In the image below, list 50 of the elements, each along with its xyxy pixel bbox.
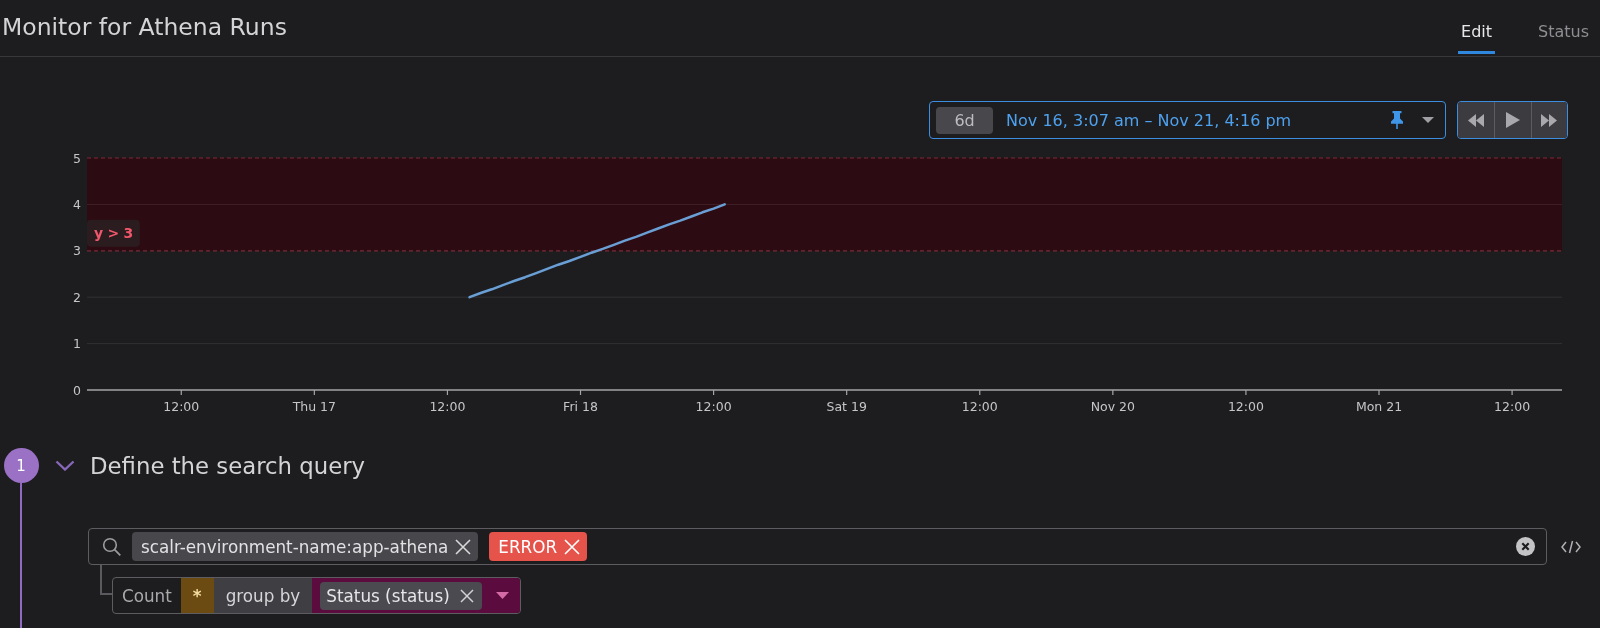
- y-axis-label: 1: [73, 336, 81, 352]
- y-axis-label: 3: [73, 243, 81, 259]
- step-number: 1: [3, 448, 39, 483]
- page-title: Monitor for Athena Runs: [2, 13, 287, 41]
- duration-tag: 6d: [936, 106, 994, 134]
- close-icon[interactable]: [455, 538, 472, 555]
- code-icon[interactable]: [1561, 539, 1581, 554]
- x-axis-label: 12:00: [695, 398, 732, 414]
- clear-icon[interactable]: [1516, 537, 1535, 556]
- time-range-picker[interactable]: 6d Nov 16, 3:07 am – Nov 21, 4:16 pm: [929, 101, 1447, 139]
- x-axis-label: Sat 19: [826, 398, 867, 414]
- x-axis-label: 12:00: [961, 398, 998, 414]
- close-icon[interactable]: [459, 588, 474, 603]
- x-axis-label: 12:00: [163, 398, 200, 414]
- pin-icon[interactable]: [1390, 111, 1405, 129]
- fast-forward-icon: [1541, 113, 1558, 127]
- x-axis-label: Nov 20: [1090, 398, 1135, 414]
- group-by-label: group by: [213, 578, 313, 613]
- search-icon: [102, 537, 121, 556]
- rewind-icon: [1468, 113, 1485, 127]
- y-axis-label: 0: [73, 382, 81, 398]
- tab[interactable]: Status: [1535, 0, 1592, 54]
- caret-icon[interactable]: [495, 592, 509, 599]
- threshold-label: y > 3: [87, 219, 140, 247]
- y-axis-label: 5: [73, 150, 81, 166]
- x-axis-label: 12:00: [429, 398, 466, 414]
- aggregation-label: Count: [121, 584, 173, 608]
- y-axis-label: 4: [73, 196, 81, 212]
- play-button[interactable]: [1494, 102, 1531, 138]
- x-axis-label: Mon 21: [1355, 398, 1403, 414]
- section-title: Define the search query: [90, 451, 366, 481]
- x-axis-label: Fri 18: [563, 398, 598, 414]
- group-by-field[interactable]: Status (status): [312, 578, 520, 613]
- search-field[interactable]: scalr-environment-name:app-athena ERROR: [88, 528, 1547, 565]
- group-tag[interactable]: Status (status): [320, 581, 482, 610]
- x-axis-label: Thu 17: [292, 398, 337, 414]
- filter-tag[interactable]: ERROR: [489, 532, 588, 561]
- y-axis-label: 2: [73, 289, 81, 305]
- band-label: y > 3: [94, 225, 133, 242]
- x-axis-label: 12:00: [1494, 398, 1531, 414]
- play-icon: [1506, 112, 1521, 128]
- filter-tag[interactable]: scalr-environment-name:app-athena: [132, 532, 479, 561]
- measure-selector[interactable]: *: [180, 578, 214, 613]
- caret-icon[interactable]: [1422, 117, 1435, 123]
- time-range-text: Nov 16, 3:07 am – Nov 21, 4:16 pm: [1006, 110, 1292, 130]
- x-axis-label: 12:00: [1227, 398, 1264, 414]
- fast-forward-button[interactable]: [1530, 102, 1567, 138]
- rewind-button[interactable]: [1458, 102, 1495, 138]
- tab[interactable]: Edit: [1458, 0, 1495, 54]
- chevron-icon[interactable]: [55, 460, 75, 471]
